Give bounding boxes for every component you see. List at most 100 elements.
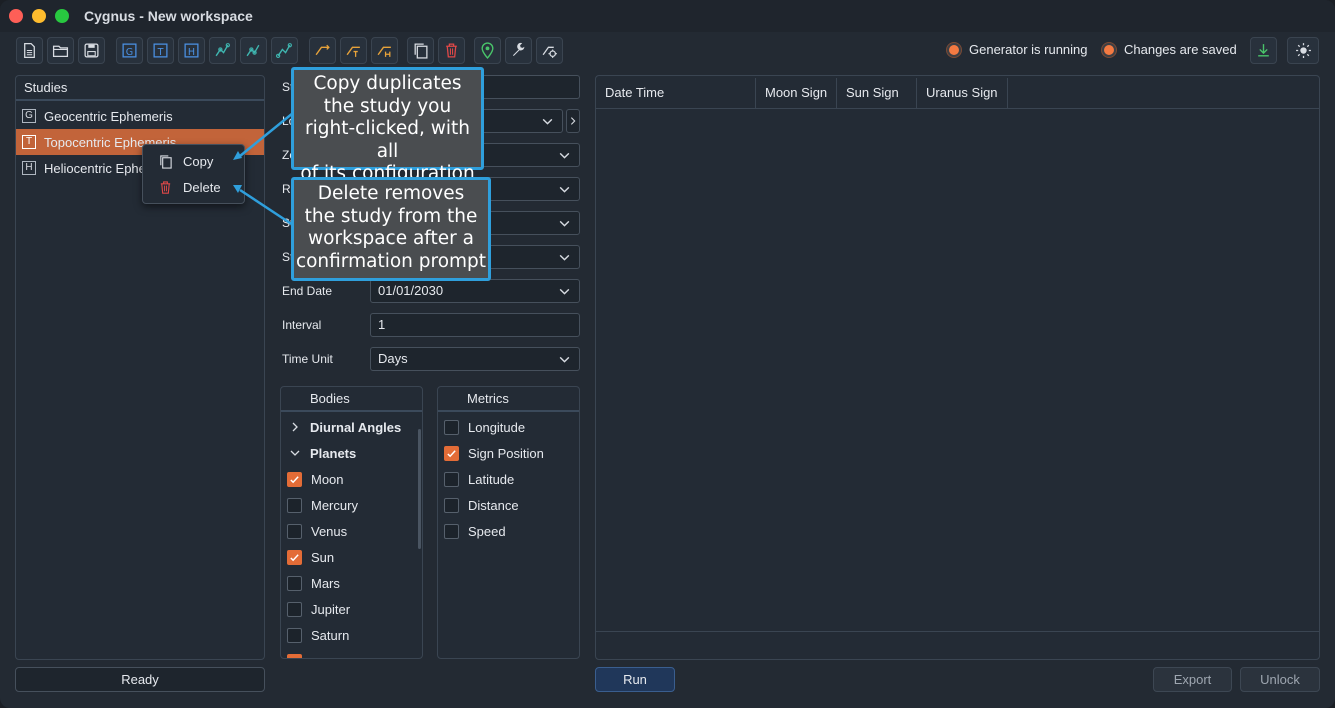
body-item[interactable]: Sun [287, 544, 334, 570]
results-divider [596, 631, 1319, 632]
context-menu-delete[interactable]: Delete [158, 177, 221, 197]
results-header: Date Time Moon Sign Sun Sign Uranus Sign [596, 76, 1319, 109]
time-unit-select[interactable]: Days [370, 347, 580, 371]
settings-button[interactable] [536, 37, 563, 64]
end-date-select[interactable]: 01/01/2030 [370, 279, 580, 303]
checkbox[interactable] [444, 471, 459, 487]
body-label: Mars [311, 575, 340, 591]
study-item-geocentric[interactable]: G Geocentric Ephemeris [16, 103, 264, 129]
close-window-button[interactable] [9, 9, 23, 23]
export-button[interactable]: Export [1153, 667, 1232, 692]
copy-icon [160, 154, 172, 169]
theme-sun-icon [1295, 43, 1311, 58]
delete-study-button[interactable] [438, 37, 465, 64]
column-header-date-time[interactable]: Date Time [596, 78, 756, 108]
checkbox[interactable] [444, 497, 459, 513]
bodies-scrollbar[interactable] [418, 429, 421, 549]
callout-line: Copy duplicates [313, 73, 462, 94]
checkbox[interactable] [287, 523, 302, 539]
heliocentric-event-button[interactable] [371, 37, 398, 64]
interval-input[interactable]: 1 [370, 313, 580, 337]
metric-item[interactable]: Speed [444, 518, 506, 544]
metric-item[interactable]: Distance [444, 492, 519, 518]
study-label: Geocentric Ephemeris [44, 108, 173, 124]
context-menu-copy[interactable]: Copy [158, 151, 213, 171]
checkbox[interactable] [287, 549, 302, 565]
svg-text:T: T [157, 47, 164, 58]
group-diurnal-angles[interactable]: Diurnal Angles [289, 414, 401, 440]
settings-gear-icon [542, 46, 557, 58]
svg-text:H: H [188, 47, 195, 58]
metric-item[interactable]: Latitude [444, 466, 514, 492]
callout-line: workspace after a [308, 228, 474, 249]
body-label: Saturn [311, 627, 350, 643]
unlock-button[interactable]: Unlock [1240, 667, 1320, 692]
callout-line: the study you [323, 95, 452, 117]
topocentric-event-button[interactable] [340, 37, 367, 64]
body-item[interactable]: Mars [287, 570, 340, 596]
group-planets[interactable]: Planets [289, 440, 356, 466]
group-label: Diurnal Angles [310, 419, 402, 435]
callout-line: Delete removes [317, 183, 465, 204]
column-header-moon-sign[interactable]: Moon Sign [756, 78, 837, 108]
study-context-menu: Copy Delete [142, 144, 245, 204]
tools-button[interactable] [505, 37, 532, 64]
run-button[interactable]: Run [595, 667, 675, 692]
checkbox[interactable] [287, 575, 302, 591]
topocentric-chart-button[interactable] [240, 37, 267, 64]
checkbox[interactable] [287, 497, 302, 513]
checkbox[interactable] [444, 445, 459, 461]
check-icon [290, 475, 299, 483]
checkbox[interactable] [287, 601, 302, 617]
save-workspace-button[interactable] [78, 37, 105, 64]
new-file-button[interactable] [16, 37, 43, 64]
download-icon [1258, 44, 1269, 57]
bodies-panel: Bodies Diurnal Angles Planets Moon Mercur… [280, 386, 423, 659]
metric-item[interactable]: Longitude [444, 414, 525, 440]
chevron-down-icon [559, 356, 570, 363]
body-item[interactable]: Jupiter [287, 596, 350, 622]
location-pin-icon [481, 42, 494, 59]
checkbox[interactable] [287, 471, 302, 487]
checkbox[interactable] [287, 627, 302, 643]
body-item[interactable]: Mercury [287, 492, 358, 518]
location-button[interactable] [474, 37, 501, 64]
theme-toggle-button[interactable] [1287, 37, 1319, 64]
maximize-window-button[interactable] [55, 9, 69, 23]
checkbox[interactable] [444, 419, 459, 435]
body-item[interactable]: Moon [287, 466, 344, 492]
body-item[interactable]: Saturn [287, 622, 349, 648]
check-icon [447, 449, 456, 457]
new-geocentric-study-button[interactable]: G [116, 37, 143, 64]
open-workspace-button[interactable] [47, 37, 74, 64]
new-heliocentric-study-button[interactable]: H [178, 37, 205, 64]
chevron-down-icon [542, 118, 553, 125]
geocentric-chart-button[interactable] [209, 37, 236, 64]
body-item[interactable] [287, 648, 311, 658]
trash-icon [160, 180, 171, 194]
callout-line: confirmation prompt [295, 250, 487, 272]
download-button[interactable] [1250, 37, 1277, 64]
time-unit-value: Days [378, 351, 408, 366]
heliocentric-chart-button[interactable] [271, 37, 298, 64]
location-next-button[interactable] [566, 109, 580, 133]
checkbox[interactable] [287, 653, 302, 658]
new-file-icon [24, 42, 35, 59]
geocentric-event-button[interactable] [309, 37, 336, 64]
app-window: Cygnus - New workspace G T H Generator i… [0, 0, 1335, 708]
minimize-window-button[interactable] [32, 9, 46, 23]
copy-study-button[interactable] [407, 37, 434, 64]
new-topocentric-study-button[interactable]: T [147, 37, 174, 64]
svg-text:G: G [126, 47, 133, 58]
heliocentric-event-icon [377, 46, 391, 57]
column-header-sun-sign[interactable]: Sun Sign [837, 78, 917, 108]
delete-icon [446, 43, 457, 58]
chevron-down-icon [559, 288, 570, 295]
toolbar: G T H Generator is running Changes are s… [0, 32, 1335, 70]
metric-item[interactable]: Sign Position [444, 440, 544, 466]
body-item[interactable]: Venus [287, 518, 347, 544]
column-header-uranus-sign[interactable]: Uranus Sign [917, 78, 1008, 108]
topocentric-event-icon [346, 46, 360, 57]
checkbox[interactable] [444, 523, 459, 539]
studies-header: Studies [16, 76, 264, 101]
